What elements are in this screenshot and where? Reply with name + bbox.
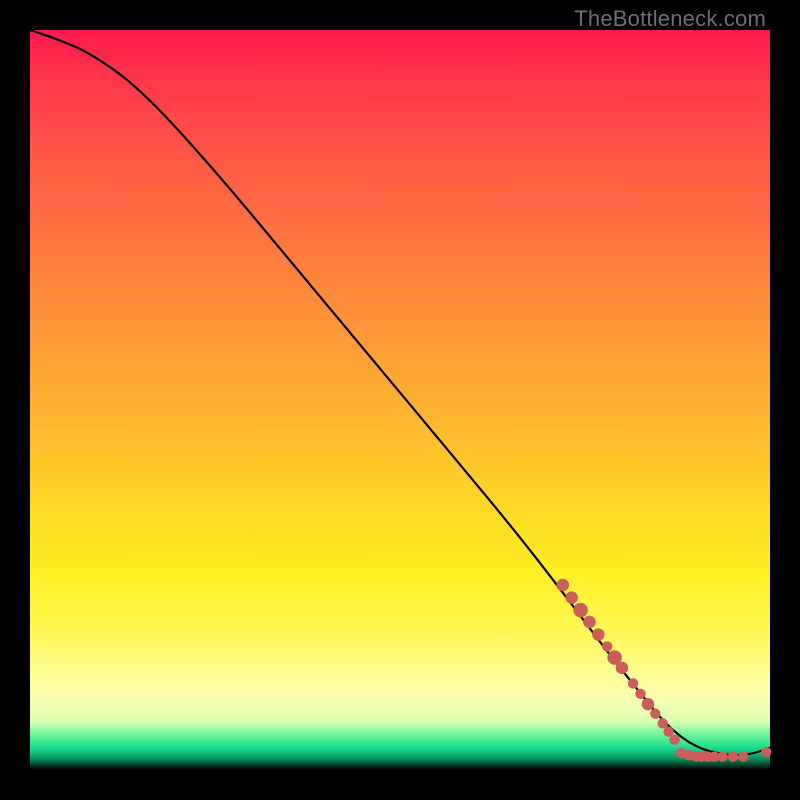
chart-frame xyxy=(30,30,770,770)
chart-marker xyxy=(592,628,604,640)
chart-curve xyxy=(30,30,770,755)
chart-marker xyxy=(557,579,569,591)
chart-marker xyxy=(565,591,577,603)
chart-marker xyxy=(602,641,612,651)
chart-marker xyxy=(717,751,727,761)
chart-marker xyxy=(761,747,771,757)
chart-marker xyxy=(635,689,645,699)
chart-marker xyxy=(669,734,679,744)
chart-marker xyxy=(728,751,738,761)
chart-marker xyxy=(628,678,638,688)
chart-marker xyxy=(650,709,660,719)
chart-marker xyxy=(583,616,595,628)
chart-marker xyxy=(642,698,654,710)
watermark-text: TheBottleneck.com xyxy=(574,6,766,32)
chart-overlay xyxy=(30,30,770,770)
chart-marker xyxy=(738,751,748,761)
chart-marker xyxy=(573,603,588,618)
chart-markers xyxy=(557,579,772,762)
chart-marker xyxy=(616,662,628,674)
